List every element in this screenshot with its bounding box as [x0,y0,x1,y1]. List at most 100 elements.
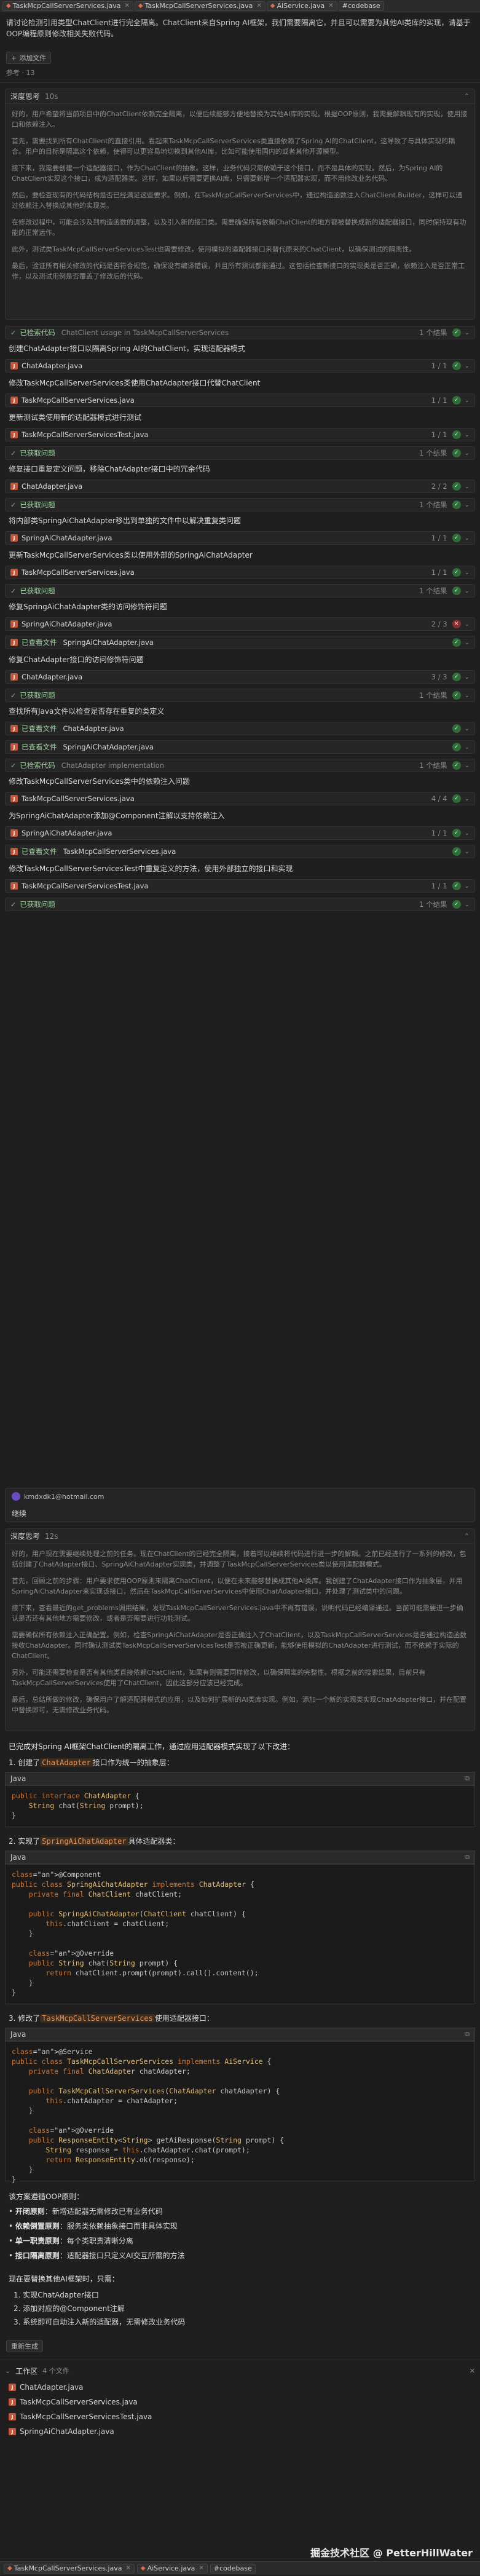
chevron-down-icon[interactable]: ⌄ [465,901,470,908]
step-row[interactable]: J SpringAiChatAdapter.java 2 / 3 ✕ ⌄ [5,617,475,631]
check-circle-icon: ✓ [10,900,17,909]
step-row[interactable]: J TaskMcpCallServerServicesTest.java 1 / 1… [5,428,475,441]
chevron-down-icon[interactable]: ⌄ [465,483,470,490]
chevron-down-icon[interactable]: ⌄ [465,535,470,542]
success-icon: ✓ [452,587,461,595]
context-tab[interactable]: ◆ TaskMcpCallServerServices.java ✕ [2,1,133,11]
step-label: 已查看文件 [22,724,57,733]
thinking-paragraph: 最后，总结所做的修改，确保用户了解适配器模式的应用，以及如何扩展新的AI类库实现… [12,1696,467,1714]
step-row[interactable]: ✓ 已检索代码 ChatAdapter implementation 1 个结果 ✓ ⌄ [5,759,475,772]
chevron-down-icon[interactable]: ⌄ [465,674,470,681]
step-row[interactable]: J SpringAiChatAdapter.java 1 / 1 ✓ ⌄ [5,826,475,840]
step-row[interactable]: J 已查看文件 SpringAiChatAdapter.java ✓ ⌄ [5,636,475,649]
step-description: 更新TaskMcpCallServerServices类以使用外部的Spring… [9,551,253,559]
copy-icon[interactable]: ⧉ [465,1774,470,1783]
chevron-down-icon[interactable]: ⌄ [465,883,470,890]
step-label: 已查看文件 [22,743,57,751]
java-file-icon: J [9,2428,16,2435]
step-target: TaskMcpCallServerServicesTest.java [22,430,149,439]
context-tab[interactable]: #codebase [210,2563,256,2574]
step-count: 2 / 2 [431,482,447,491]
step-row[interactable]: J 已查看文件 TaskMcpCallServerServices.java ✓ ⌄ [5,845,475,858]
chevron-down-icon[interactable]: ⌄ [465,621,470,628]
success-icon: ✓ [452,638,461,647]
thinking-header[interactable]: 深度思考 12s ⌃ [6,1529,474,1544]
step-row[interactable]: J ChatAdapter.java 1 / 1 ✓ ⌄ [5,359,475,373]
thinking-header[interactable]: 深度思考 10s ⌃ [6,89,474,104]
step-row[interactable]: ✓ 已获取问题 1 个结果 ✓ ⌄ [5,446,475,460]
success-icon: ✓ [452,794,461,803]
chevron-down-icon[interactable]: ⌄ [465,450,470,457]
chevron-up-icon[interactable]: ⌃ [464,92,470,100]
principle-desc: ：每个类职责清晰分离 [59,2237,133,2245]
step-row[interactable]: J TaskMcpCallServerServicesTest.java 1 / 1… [5,879,475,893]
chevron-down-icon[interactable]: ⌄ [465,725,470,732]
context-tab[interactable]: ◆ TaskMcpCallServerServices.java ✕ [134,1,266,11]
java-file-icon: J [9,2384,16,2391]
step-row[interactable]: J TaskMcpCallServerServices.java 1 / 1 ✓ ⌄ [5,393,475,407]
check-circle-icon: ✓ [10,500,17,509]
close-icon[interactable]: ✕ [125,2,130,9]
close-icon[interactable]: ✕ [126,2565,131,2572]
chevron-down-icon[interactable]: ⌄ [465,588,470,595]
workspace-file-name: SpringAiChatAdapter.java [20,2427,114,2436]
close-icon[interactable]: ✕ [256,2,261,9]
close-icon[interactable]: ✕ [470,2367,475,2375]
workspace-file[interactable]: J SpringAiChatAdapter.java [9,2425,114,2438]
thinking-paragraph: 好的，用户希望将当前项目中的ChatClient依赖完全隔离，以便后续能够方便地… [12,110,468,128]
workspace-file-name: TaskMcpCallServerServices.java [20,2398,138,2406]
copy-icon[interactable]: ⧉ [465,2030,470,2039]
step-label: 已获取问题 [20,500,55,509]
step-row[interactable]: J SpringAiChatAdapter.java 1 / 1 ✓ ⌄ [5,531,475,545]
chevron-down-icon[interactable]: ⌄ [465,744,470,751]
workspace-file[interactable]: J ChatAdapter.java [9,2380,84,2394]
thinking-paragraph: 好的，用户现在需要继续处理之前的任务。现在ChatClient的已经完全隔离，接… [12,1550,466,1568]
step-row[interactable]: J 已查看文件 SpringAiChatAdapter.java ✓ ⌄ [5,740,475,754]
step-row[interactable]: J ChatAdapter.java 2 / 2 ✓ ⌄ [5,480,475,493]
chevron-down-icon[interactable]: ⌄ [465,502,470,508]
chevron-down-icon[interactable]: ⌄ [465,639,470,646]
workspace-file[interactable]: J TaskMcpCallServerServicesTest.java [9,2410,152,2424]
chevron-down-icon[interactable]: ⌄ [465,796,470,802]
context-tab[interactable]: #codebase [338,1,384,11]
add-file-chip[interactable]: + 添加文件 [6,52,52,64]
step-row[interactable]: ✓ 已获取问题 1 个结果 ✓ ⌄ [5,898,475,911]
success-icon: ✓ [452,882,461,890]
step-row[interactable]: ✓ 已获取问题 1 个结果 ✓ ⌄ [5,498,475,512]
chevron-down-icon[interactable]: ⌄ [465,692,470,699]
chevron-down-icon[interactable]: ⌄ [465,363,470,369]
step-count: 1 个结果 [419,900,447,909]
close-icon[interactable]: ✕ [328,2,333,9]
step-description: 修复ChatAdapter接口的访问修饰符问题 [9,655,144,664]
chevron-down-icon[interactable]: ⌄ [465,397,470,404]
step-row[interactable]: ✓ 已检索代码 ChatClient usage in TaskMcpCallSer… [5,326,475,339]
chevron-down-icon[interactable]: ⌄ [465,432,470,438]
step-row[interactable]: J TaskMcpCallServerServices.java 4 / 4 ✓ ⌄ [5,792,475,805]
step-target: ChatAdapter.java [22,673,83,681]
close-icon[interactable]: ✕ [199,2565,203,2572]
java-file-icon: J [10,534,18,542]
bullet-icon: • [9,2251,15,2260]
step-row[interactable]: ✓ 已获取问题 1 个结果 ✓ ⌄ [5,584,475,598]
step-label: 已检索代码 [20,761,55,770]
context-tab[interactable]: ◆ TaskMcpCallServerServices.java ✕ [4,2563,135,2574]
chevron-down-icon[interactable]: ⌄ [465,762,470,769]
chevron-down-icon[interactable]: ⌄ [465,830,470,837]
step-count: 1 个结果 [419,691,447,700]
chevron-up-icon[interactable]: ⌃ [464,1532,470,1540]
step-row[interactable]: J 已查看文件 ChatAdapter.java ✓ ⌄ [5,722,475,735]
copy-icon[interactable]: ⧉ [465,1853,470,1862]
step-row[interactable]: J ChatAdapter.java 3 / 3 ✓ ⌄ [5,670,475,684]
regenerate-button[interactable]: 重新生成 [6,2340,43,2352]
context-tab[interactable]: ◆ AiService.java ✕ [136,2563,208,2574]
step-target: TaskMcpCallServerServices.java [63,847,176,856]
chevron-down-icon[interactable]: ⌄ [465,569,470,576]
workspace-header[interactable]: ⌄ 工作区 4 个文件 ✕ [5,2365,475,2377]
workspace-file[interactable]: J TaskMcpCallServerServices.java [9,2395,138,2409]
chevron-down-icon[interactable]: ⌄ [465,848,470,855]
step-description: 创建ChatAdapter接口以隔离Spring AI的ChatClient，实… [9,344,245,353]
context-tab[interactable]: ◆ AiService.java ✕ [266,1,337,11]
step-row[interactable]: ✓ 已获取问题 1 个结果 ✓ ⌄ [5,689,475,702]
step-row[interactable]: J TaskMcpCallServerServices.java 1 / 1 ✓ ⌄ [5,566,475,579]
chevron-down-icon[interactable]: ⌄ [465,330,470,336]
